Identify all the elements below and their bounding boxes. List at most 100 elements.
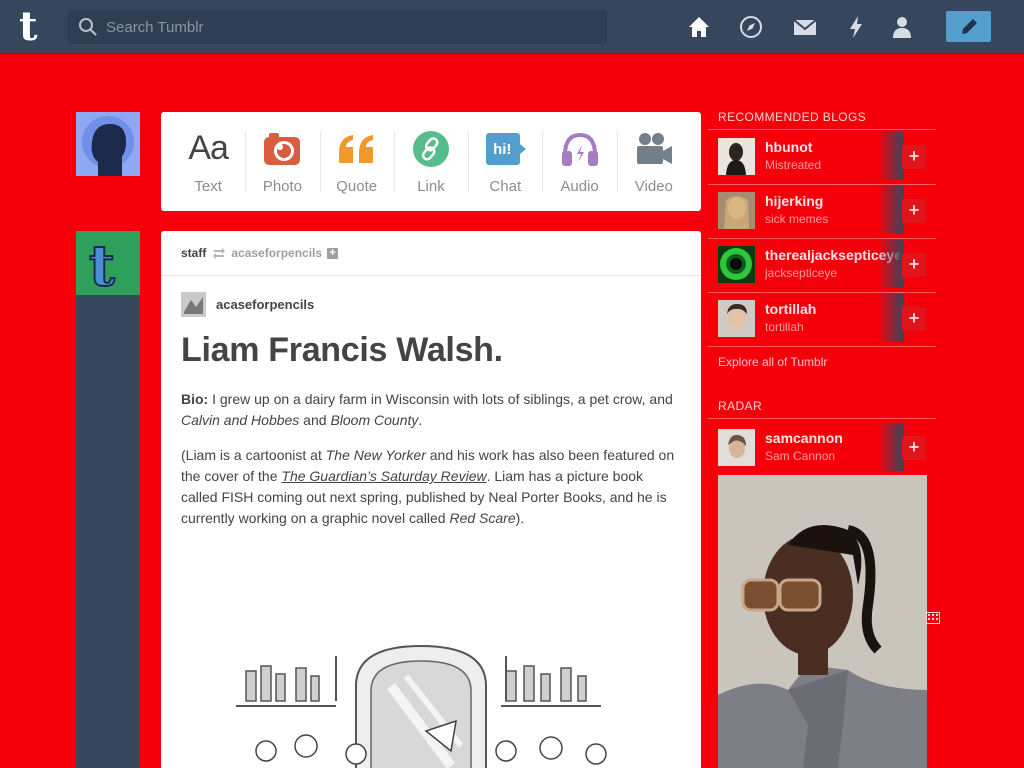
fade-overlay: [878, 423, 904, 471]
camera-icon: [264, 132, 301, 165]
follow-source-button[interactable]: +: [327, 247, 339, 259]
post-type-label: Quote: [336, 177, 378, 195]
post-type-label: Audio: [560, 177, 599, 195]
headphones-icon: [561, 132, 598, 166]
section-divider: [708, 346, 936, 347]
home-icon[interactable]: [686, 14, 712, 40]
follow-button[interactable]: +: [902, 307, 926, 331]
blog-avatar[interactable]: [718, 429, 755, 466]
post-title: Liam Francis Walsh.: [181, 331, 503, 369]
svg-text:t: t: [19, 7, 38, 45]
section-divider: [708, 418, 936, 419]
video-camera-icon: [636, 132, 672, 164]
source-blog-name[interactable]: acaseforpencils: [231, 246, 322, 260]
section-divider: [708, 129, 936, 130]
staff-avatar[interactable]: t: [76, 231, 140, 300]
dashboard-post: staff acaseforpencils + acaseforpencils …: [161, 231, 701, 768]
post-type-audio[interactable]: Audio: [542, 112, 616, 211]
cartoon-illustration[interactable]: [206, 626, 636, 768]
section-divider: [708, 184, 936, 185]
post-type-link[interactable]: Link: [393, 112, 468, 211]
blog-avatar[interactable]: [718, 138, 755, 175]
explore-icon[interactable]: [738, 14, 764, 40]
pencil-icon: [961, 18, 977, 34]
left-sidebar-strip: [76, 231, 140, 768]
follow-button[interactable]: +: [902, 145, 926, 169]
account-icon[interactable]: [889, 14, 915, 40]
blog-avatar[interactable]: [718, 192, 755, 229]
bio-text: I grew up on a dairy farm in Wisconsin w…: [208, 391, 673, 407]
tumblr-t-icon: t: [88, 232, 116, 300]
bio-paragraph: Bio: I grew up on a dairy farm in Wiscon…: [181, 389, 681, 431]
svg-text:t: t: [89, 233, 115, 295]
details-emphasis-2: Red Scare: [449, 510, 516, 526]
messages-icon[interactable]: [792, 14, 818, 40]
post-type-bar: Aa Text Photo Quote Link hi! Chat Audio …: [161, 112, 701, 211]
reblogger-name[interactable]: staff: [181, 246, 206, 260]
user-avatar[interactable]: [76, 112, 140, 176]
compose-button[interactable]: [946, 11, 991, 42]
blog-description: Sam Cannon: [765, 449, 836, 463]
author-avatar[interactable]: [181, 292, 206, 317]
search-icon: [79, 18, 97, 36]
details-emphasis-1: The New Yorker: [325, 447, 426, 463]
blog-description: jacksepticeye: [765, 266, 838, 280]
guardian-link[interactable]: The Guardian’s Saturday Review: [281, 468, 486, 484]
details-paragraph: (Liam is a cartoonist at The New Yorker …: [181, 445, 681, 529]
radar-blog-row[interactable]: samcannon Sam Cannon +: [718, 423, 936, 471]
top-navigation-bar: t: [0, 0, 1024, 54]
details-text-a: (Liam is a cartoonist at: [181, 447, 326, 463]
follow-button[interactable]: +: [902, 253, 926, 277]
details-text-d: ).: [515, 510, 525, 526]
blog-description: tortillah: [765, 320, 804, 334]
post-type-label: Photo: [262, 177, 303, 195]
explore-link[interactable]: Explore all of Tumblr: [718, 355, 827, 369]
text-icon: Aa: [188, 129, 229, 167]
post-type-quote[interactable]: Quote: [319, 112, 394, 211]
chat-icon: hi!: [485, 129, 527, 169]
post-type-video[interactable]: Video: [616, 112, 691, 211]
section-divider: [708, 238, 936, 239]
section-divider: [708, 292, 936, 293]
bio-and: and: [299, 412, 331, 428]
post-type-label: Link: [417, 177, 445, 195]
silhouette-avatar-image: [82, 116, 134, 176]
blog-avatar[interactable]: [718, 246, 755, 283]
fashion-model-image: [718, 475, 927, 768]
search-input[interactable]: [106, 18, 586, 36]
recommended-blog-row[interactable]: hijerking sick memes +: [718, 186, 936, 234]
fade-overlay: [878, 132, 904, 180]
reblog-icon: [213, 247, 226, 259]
recommended-blog-row[interactable]: therealjacksepticeye jacksepticeye +: [718, 240, 936, 288]
post-body: Bio: I grew up on a dairy farm in Wiscon…: [181, 389, 681, 543]
author-name[interactable]: acaseforpencils: [216, 297, 314, 312]
recommended-blog-row[interactable]: hbunot Mistreated +: [718, 132, 936, 180]
blog-description: Mistreated: [765, 158, 822, 172]
quote-icon: [338, 134, 373, 163]
post-type-text[interactable]: Aa Text: [171, 112, 245, 211]
follow-button[interactable]: +: [902, 199, 926, 223]
fade-overlay: [878, 186, 904, 234]
follow-button[interactable]: +: [902, 436, 926, 460]
fade-overlay: [878, 294, 904, 342]
post-author-row: acaseforpencils: [181, 292, 314, 317]
post-type-chat[interactable]: hi! Chat: [468, 112, 542, 211]
keyboard-shortcuts-icon[interactable]: [926, 612, 940, 624]
radar-post-photo[interactable]: [718, 475, 927, 768]
post-type-label: Video: [634, 177, 673, 195]
recommended-blogs-heading: RECOMMENDED BLOGS: [718, 110, 867, 124]
activity-icon[interactable]: [843, 14, 869, 40]
recommended-blog-row[interactable]: tortillah tortillah +: [718, 294, 936, 342]
post-type-label: Text: [194, 177, 222, 195]
post-header: staff acaseforpencils +: [161, 231, 701, 276]
bio-end: .: [418, 412, 423, 428]
link-icon: [412, 130, 449, 167]
blog-avatar[interactable]: [718, 300, 755, 337]
post-type-photo[interactable]: Photo: [245, 112, 319, 211]
radar-heading: RADAR: [718, 399, 763, 413]
tumblr-logo-icon[interactable]: t: [16, 7, 50, 45]
bio-label: Bio:: [181, 391, 209, 407]
search-bar[interactable]: [67, 10, 607, 44]
bio-emphasis-1: Calvin and Hobbes: [181, 412, 300, 428]
blog-description: sick memes: [765, 212, 829, 226]
